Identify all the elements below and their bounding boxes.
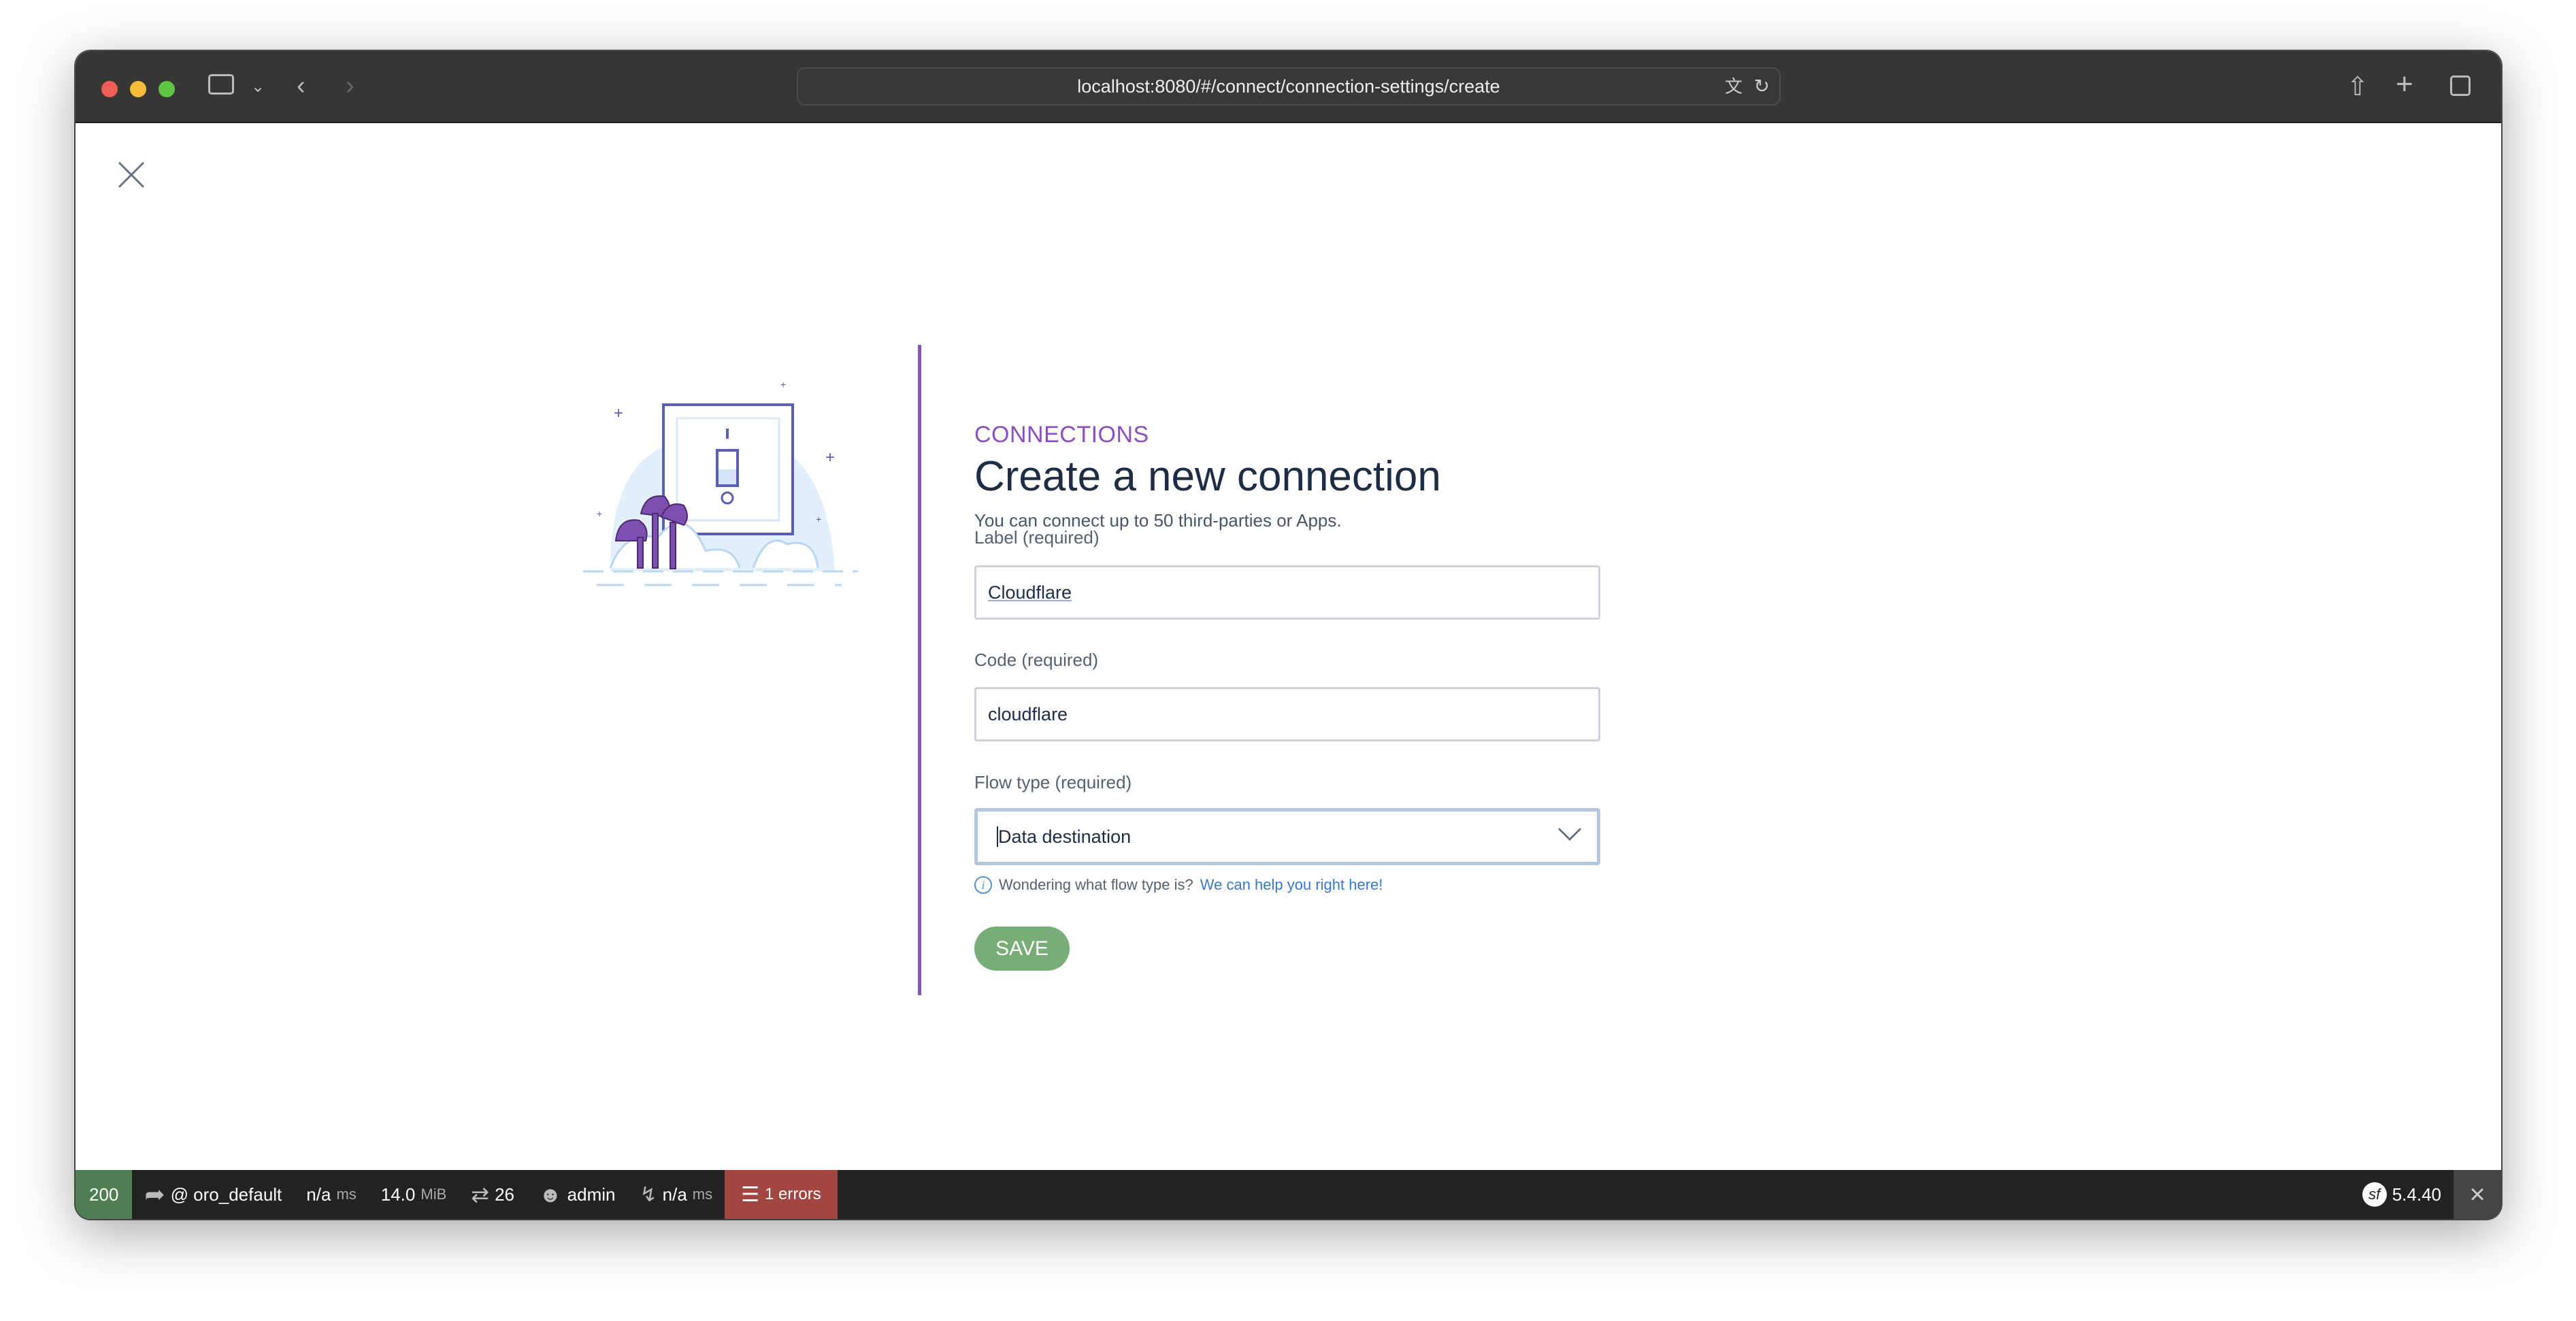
reload-icon[interactable]: ↻: [1754, 69, 1770, 104]
forward-icon[interactable]: ›: [346, 71, 354, 101]
memory-value: 14.0: [380, 1184, 416, 1205]
database-icon: ☰: [741, 1183, 760, 1206]
help-link[interactable]: We can help you right here!: [1200, 876, 1383, 894]
memory-unit: MiB: [420, 1186, 447, 1203]
redirect-icon: ➦: [144, 1180, 165, 1208]
maximize-window-button[interactable]: [159, 81, 175, 97]
chevron-down-icon[interactable]: ⌄: [251, 77, 265, 97]
close-toolbar-icon[interactable]: ×: [2454, 1170, 2501, 1219]
ajax-unit: ms: [692, 1186, 713, 1203]
route-text: @ oro_default: [170, 1184, 282, 1205]
help-text: Wondering what flow type is?: [999, 876, 1193, 893]
flow-type-help: i Wondering what flow type is? We can he…: [974, 876, 1383, 894]
address-bar[interactable]: localhost:8080/#/connect/connection-sett…: [797, 67, 1781, 105]
symfony-debug-toolbar: 200 ➦ @ oro_default n/a ms 14.0 MiB ⇄ 26 ☻ ad…: [76, 1170, 2501, 1219]
svg-text:+: +: [597, 508, 602, 519]
save-button[interactable]: SAVE: [974, 926, 1070, 971]
translate-icon[interactable]: 文: [1725, 69, 1743, 104]
svg-text:+: +: [825, 448, 835, 467]
svg-text:+: +: [780, 379, 786, 390]
requests-item[interactable]: ⇄ 26: [459, 1170, 527, 1219]
errors-count: 1 errors: [765, 1185, 821, 1203]
time-value: n/a: [306, 1184, 331, 1205]
label-input-value: Cloudflare: [988, 582, 1072, 603]
code-field-label: Code (required): [974, 650, 1099, 670]
flow-type-value: Data destination: [997, 826, 1132, 847]
sidebar-toggle-icon[interactable]: [208, 74, 234, 95]
info-icon: i: [974, 876, 992, 894]
user-name: admin: [567, 1184, 616, 1205]
flow-type-field-label: Flow type (required): [974, 772, 1132, 792]
symfony-logo-icon: sf: [2362, 1182, 2387, 1207]
light-switch-illustration: + + + + +: [583, 379, 858, 586]
section-eyebrow: CONNECTIONS: [974, 422, 1149, 448]
new-tab-icon[interactable]: +: [2396, 67, 2413, 101]
svg-text:+: +: [614, 404, 623, 422]
url-text: localhost:8080/#/connect/connection-sett…: [1077, 76, 1500, 97]
ajax-icon: ↯: [640, 1183, 657, 1206]
close-window-button[interactable]: [101, 81, 118, 97]
label-input[interactable]: Cloudflare: [974, 565, 1600, 620]
minimize-window-button[interactable]: [130, 81, 146, 97]
share-icon[interactable]: ⇧: [2347, 71, 2368, 102]
memory-item[interactable]: 14.0 MiB: [369, 1170, 459, 1219]
requests-icon: ⇄: [471, 1182, 490, 1207]
ajax-value: n/a: [662, 1184, 687, 1205]
divider: [918, 345, 921, 995]
flow-type-select[interactable]: Data destination: [974, 808, 1600, 865]
code-input-value: cloudflare: [988, 704, 1068, 724]
browser-window: ⌄ ‹ › localhost:8080/#/connect/connectio…: [76, 51, 2501, 1219]
time-unit: ms: [336, 1186, 357, 1203]
close-icon[interactable]: [116, 160, 146, 190]
chevron-down-icon: [1558, 818, 1581, 841]
requests-count: 26: [495, 1184, 514, 1205]
user-item[interactable]: ☻ admin: [527, 1170, 628, 1219]
errors-item[interactable]: ☰ 1 errors: [725, 1170, 838, 1219]
user-icon: ☻: [539, 1182, 562, 1207]
version-text: 5.4.40: [2392, 1184, 2441, 1205]
route-item[interactable]: ➦ @ oro_default: [132, 1170, 294, 1219]
page-title: Create a new connection: [974, 453, 1441, 500]
back-icon[interactable]: ‹: [297, 71, 306, 101]
status-code[interactable]: 200: [76, 1170, 133, 1219]
svg-text:+: +: [816, 514, 821, 524]
version-item[interactable]: sf 5.4.40: [2350, 1170, 2454, 1219]
label-field-label: Label (required): [974, 527, 1100, 548]
ajax-item[interactable]: ↯ n/a ms: [628, 1170, 725, 1219]
tabs-overview-icon[interactable]: [2450, 76, 2471, 96]
time-item[interactable]: n/a ms: [294, 1170, 368, 1219]
browser-toolbar: ⌄ ‹ › localhost:8080/#/connect/connectio…: [76, 51, 2501, 123]
code-input[interactable]: cloudflare: [974, 687, 1600, 741]
